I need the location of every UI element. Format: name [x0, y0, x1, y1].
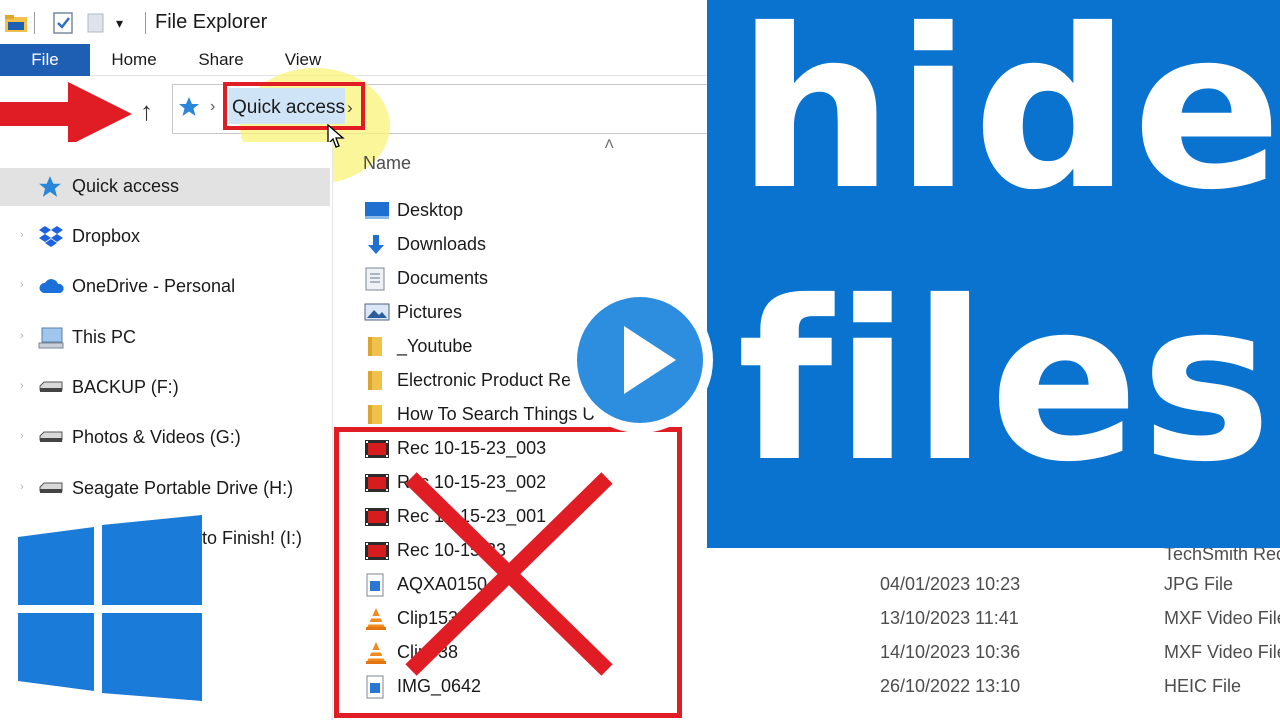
title-banner: hide files [707, 0, 1280, 548]
tab-home[interactable]: Home [100, 44, 168, 76]
expand-icon[interactable]: › [20, 279, 24, 291]
sidebar-item-dropbox[interactable]: › Dropbox [0, 219, 330, 255]
drive-icon [38, 376, 66, 400]
customize-dropdown-icon[interactable]: ▾ [116, 10, 123, 36]
sidebar-item-label: OneDrive - Personal [72, 276, 236, 296]
pane-divider [332, 142, 333, 720]
desktop-folder-icon [364, 199, 390, 223]
expand-icon[interactable]: › [20, 380, 24, 392]
file-date: 04/01/2023 10:23 [880, 574, 1021, 594]
sort-ascending-icon: ˄ [604, 134, 615, 154]
title-bar: ▾ File Explorer [0, 0, 710, 44]
drive-icon [38, 426, 66, 450]
sidebar-item-label: BACKUP (F:) [72, 377, 179, 397]
file-type: HEIC File [1164, 676, 1242, 696]
chevron-right-icon[interactable]: › [210, 98, 215, 116]
expand-icon[interactable]: › [20, 330, 24, 342]
window-title: File Explorer [155, 11, 268, 33]
sidebar-item-label: Dropbox [72, 226, 141, 246]
file-date: 26/10/2022 13:10 [880, 676, 1021, 696]
computer-icon [38, 326, 66, 350]
expand-icon[interactable]: › [20, 430, 24, 442]
play-icon [620, 322, 680, 403]
file-type: JPG File [1164, 574, 1234, 594]
sidebar-item-this-pc[interactable]: › This PC [0, 320, 330, 356]
headline-line-1: hide [737, 0, 1280, 238]
folder-icon [364, 403, 390, 427]
folder-icon [364, 335, 390, 359]
column-header-name[interactable]: Name [363, 153, 411, 174]
file-name: Electronic Product Re [397, 370, 572, 390]
windows-logo [18, 515, 204, 706]
file-name: Pictures [397, 302, 463, 322]
sidebar-item-onedrive[interactable]: › OneDrive - Personal [0, 269, 330, 305]
separator [34, 12, 35, 34]
red-highlight-box [223, 82, 365, 130]
sidebar-item-backup-drive[interactable]: › BACKUP (F:) [0, 370, 330, 406]
file-name: Desktop [397, 200, 464, 220]
sidebar-item-label: Seagate Portable Drive (H:) [72, 478, 294, 498]
sidebar-item-label: Quick access [72, 176, 180, 196]
sidebar-item-label: Photos & Videos (G:) [72, 427, 241, 447]
red-arrow-graphic [0, 82, 135, 151]
properties-icon[interactable] [52, 10, 74, 36]
up-arrow-icon[interactable]: ↑ [140, 98, 153, 124]
separator [145, 12, 146, 34]
ribbon: File Home Share View [0, 44, 710, 76]
file-date: 13/10/2023 11:41 [880, 608, 1019, 628]
expand-icon[interactable]: › [20, 229, 24, 241]
star-icon [178, 96, 200, 123]
drive-icon [38, 477, 66, 501]
tab-share[interactable]: Share [188, 44, 254, 76]
sidebar-item-quick-access[interactable]: Quick access [0, 169, 330, 205]
sidebar-item-photos-drive[interactable]: › Photos & Videos (G:) [0, 420, 330, 456]
file-name: _Youtube [397, 336, 473, 356]
expand-icon[interactable]: › [20, 481, 24, 493]
sidebar-item-label: This PC [72, 327, 137, 347]
red-x-mark [397, 470, 617, 685]
star-icon [38, 175, 66, 199]
downloads-folder-icon [364, 233, 390, 257]
cloud-icon [38, 275, 66, 299]
tab-file[interactable]: File [0, 44, 90, 76]
file-type: MXF Video File [1164, 608, 1280, 628]
new-folder-icon[interactable] [86, 10, 106, 36]
folder-icon[interactable] [4, 10, 28, 36]
file-name: Documents [397, 268, 489, 288]
folder-icon [364, 369, 390, 393]
file-name: How To Search Things U [397, 404, 596, 424]
headline-line-2: files [737, 254, 1274, 510]
documents-folder-icon [364, 267, 390, 291]
sidebar-item-seagate-drive[interactable]: › Seagate Portable Drive (H:) [0, 471, 330, 507]
pictures-folder-icon [364, 301, 390, 325]
dropbox-icon [38, 225, 66, 249]
file-name: Downloads [397, 234, 487, 254]
file-date: 14/10/2023 10:36 [880, 642, 1021, 662]
sidebar-item-label: to Finish! (I:) [202, 528, 303, 548]
file-type: MXF Video File [1164, 642, 1280, 662]
